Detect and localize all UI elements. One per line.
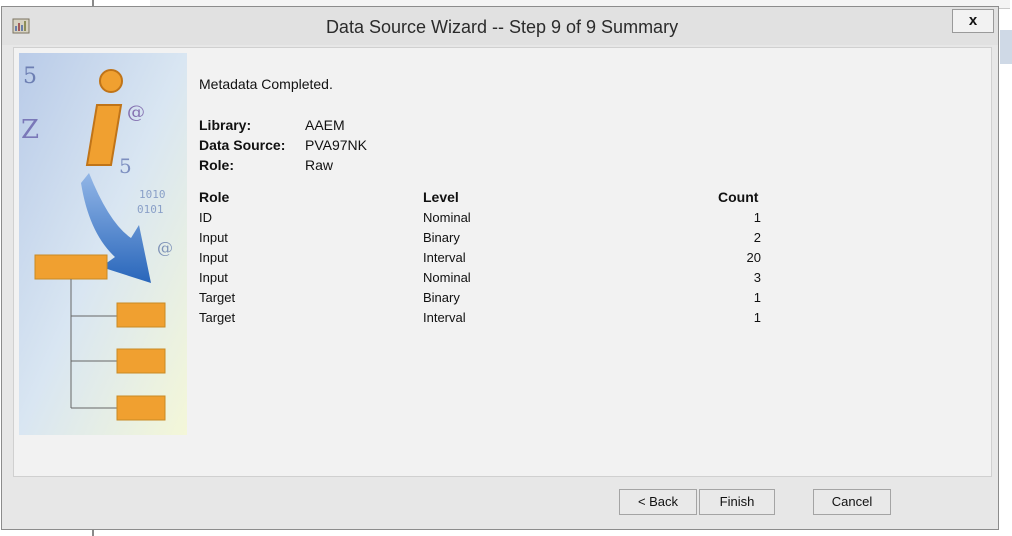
cell-role: Input [199,250,228,265]
cancel-button[interactable]: Cancel [813,489,891,515]
cell-count: 3 [753,270,761,285]
cell-level: Binary [423,230,460,245]
summary-panel: Metadata Completed. Library: AAEM Data S… [199,48,979,468]
cell-role: Input [199,270,228,285]
info-illustration: 5 Z @ @ 1010 0101 5 [19,53,187,435]
cell-count: 20 [746,250,761,265]
datasource-label: Data Source: [199,137,286,153]
role-label: Role: [199,157,234,173]
finish-button[interactable]: Finish [699,489,775,515]
cell-role: ID [199,210,212,225]
button-bar: < Back Finish Cancel [13,479,992,525]
cell-role: Target [199,310,236,325]
cell-count: 1 [753,210,761,225]
cell-level: Binary [423,290,460,305]
svg-text:5: 5 [119,154,132,178]
metadata-status: Metadata Completed. [199,76,333,92]
wizard-content: 5 Z @ @ 1010 0101 5 Metadata Completed. [13,47,992,477]
table-row: Input Binary 2 [199,230,799,250]
column-header-level: Level [423,189,459,205]
cell-role: Target [199,290,236,305]
cell-role: Input [199,230,228,245]
column-header-count: Count [718,189,759,205]
svg-text:Z: Z [21,115,39,145]
cell-level: Interval [423,310,466,325]
dialog-title: Data Source Wizard -- Step 9 of 9 Summar… [325,17,679,37]
library-label: Library: [199,117,252,133]
svg-text:@: @ [127,102,145,123]
cell-count: 2 [753,230,761,245]
table-row: Input Interval 20 [199,250,799,270]
table-row: Input Nominal 3 [199,270,799,290]
close-button[interactable]: x [952,9,994,33]
column-header-role: Role [199,189,230,205]
role-value: Raw [305,157,334,173]
library-value: AAEM [305,117,345,133]
table-row: Target Binary 1 [199,290,799,310]
table-row: ID Nominal 1 [199,210,799,230]
cell-level: Nominal [423,210,471,225]
back-button[interactable]: < Back [619,489,697,515]
cell-count: 1 [753,290,761,305]
table-row: Target Interval 1 [199,310,799,330]
svg-text:@: @ [157,238,173,257]
data-source-wizard-dialog: Data Source Wizard -- Step 9 of 9 Summar… [1,6,999,530]
svg-text:5: 5 [23,64,37,89]
cell-level: Nominal [423,270,471,285]
cell-count: 1 [753,310,761,325]
svg-text:1010: 1010 [139,188,166,201]
close-icon: x [968,12,978,29]
datasource-value: PVA97NK [305,137,367,153]
svg-text:0101: 0101 [137,203,164,216]
title-bar[interactable]: Data Source Wizard -- Step 9 of 9 Summar… [2,7,998,45]
cell-level: Interval [423,250,466,265]
